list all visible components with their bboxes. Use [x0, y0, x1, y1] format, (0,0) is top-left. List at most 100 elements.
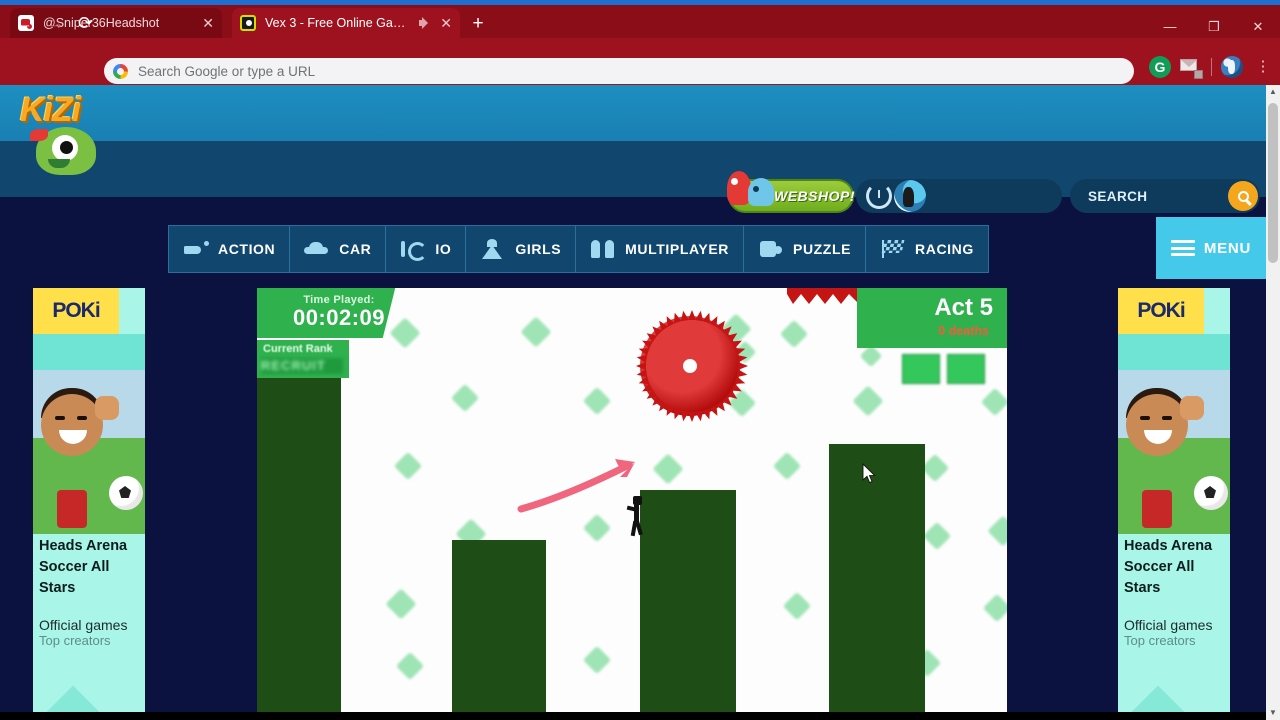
webshop-label: WEBSHOP!	[774, 188, 855, 204]
game-canvas[interactable]: Time Played: 00:02:09 Current Rank RECRU…	[257, 288, 1007, 720]
address-bar[interactable]: Search Google or type a URL	[104, 58, 1134, 84]
menu-label: MENU	[1203, 239, 1252, 257]
act-label: Act 5	[934, 294, 993, 321]
platform-mid-2	[640, 490, 736, 720]
diamond-collectible	[859, 344, 883, 368]
toolbar-icons: G ⋮	[1149, 56, 1274, 79]
diamond-collectible	[395, 651, 425, 681]
web-page-content: KiZi WEBSHOP! SEARCH ACTION CAR IO GIRLS…	[0, 85, 1266, 720]
tab-close-icon[interactable]: ✕	[430, 15, 452, 32]
kebab-menu-icon[interactable]: ⋮	[1252, 56, 1274, 78]
diamond-collectible	[385, 588, 417, 620]
hud-badges	[902, 354, 985, 384]
history-clock-icon[interactable]	[866, 183, 892, 209]
back-icon[interactable]: ←	[10, 10, 37, 37]
io-icon	[400, 239, 428, 261]
ad-title: Heads Arena Soccer All Stars	[1124, 538, 1213, 596]
ad-artwork	[1118, 334, 1230, 534]
google-icon	[113, 63, 128, 79]
webshop-button[interactable]: WEBSHOP!	[727, 171, 855, 213]
ad-caption: Top creators	[1124, 633, 1196, 648]
car-icon	[304, 239, 330, 259]
current-rank-panel: Current Rank RECRUIT	[257, 340, 349, 378]
action-icon	[183, 239, 209, 259]
ad-sidebar-left[interactable]: POKi Heads Arena Soccer All Stars Offici…	[33, 288, 145, 720]
magnifier-icon	[1237, 190, 1249, 202]
ad-artwork	[33, 334, 145, 534]
category-girls[interactable]: GIRLS	[465, 225, 576, 273]
scroll-up-icon[interactable]: ▲	[1266, 85, 1280, 99]
tab-strip: @Sniper36Headshot ✕ Vex 3 - Free Online …	[0, 5, 1280, 38]
category-nav: ACTION CAR IO GIRLS MULTIPLAYER PUZZLE R…	[168, 225, 989, 273]
category-io[interactable]: IO	[385, 225, 466, 273]
platform-left	[257, 354, 341, 720]
search-input[interactable]: SEARCH	[1088, 189, 1147, 204]
search-button[interactable]	[1228, 181, 1258, 211]
platform-mid-1	[452, 540, 546, 720]
mail-icon[interactable]	[1180, 56, 1203, 79]
site-search-box[interactable]: SEARCH	[1070, 179, 1260, 213]
platform-right	[829, 444, 925, 720]
tab-audio-icon[interactable]	[418, 16, 430, 30]
scrollbar-thumb[interactable]	[1268, 103, 1278, 263]
badge-icon	[902, 354, 940, 384]
diamond-collectible	[582, 645, 612, 675]
ad-text: Heads Arena Soccer All Stars Official ga…	[39, 536, 143, 648]
time-played-text: Time Played: 00:02:09	[269, 294, 409, 331]
browser-window: @Sniper36Headshot ✕ Vex 3 - Free Online …	[0, 0, 1280, 720]
page-scrollbar[interactable]: ▲ ▼	[1266, 85, 1280, 720]
diamond-collectible	[779, 319, 809, 349]
category-action[interactable]: ACTION	[168, 225, 290, 273]
toolbar-divider	[1211, 58, 1212, 76]
mouse-cursor	[862, 463, 876, 484]
mascot-bow	[30, 129, 48, 141]
vex-icon	[240, 15, 256, 31]
diamond-collectible	[782, 591, 812, 621]
category-multiplayer[interactable]: MULTIPLAYER	[575, 225, 743, 273]
girls-dress-icon	[480, 239, 506, 259]
racing-flag-icon	[880, 239, 906, 259]
ad-sidebar-right[interactable]: POKi Heads Arena Soccer All Stars Offici…	[1118, 288, 1230, 720]
category-label: GIRLS	[515, 241, 562, 257]
diamond-collectible	[922, 521, 952, 551]
category-label: ACTION	[218, 241, 276, 257]
browser-tab-vex3[interactable]: Vex 3 - Free Online Game - S ✕	[232, 8, 460, 38]
pink-arrow-annotation	[517, 459, 635, 513]
current-rank-value: RECRUIT	[261, 358, 343, 374]
grammarly-icon[interactable]: G	[1149, 56, 1171, 78]
mascot-pupil	[60, 141, 73, 154]
poki-logo: POKi	[33, 288, 119, 334]
kizi-logo-text: KiZi	[20, 91, 81, 129]
site-menu-button[interactable]: MENU	[1156, 217, 1266, 279]
category-car[interactable]: CAR	[289, 225, 386, 273]
category-label: MULTIPLAYER	[625, 241, 729, 257]
diamond-collectible	[987, 515, 1007, 547]
act-banner-flag	[787, 288, 857, 304]
ad-text: Heads Arena Soccer All Stars Official ga…	[1124, 536, 1228, 648]
category-racing[interactable]: RACING	[865, 225, 989, 273]
puzzle-piece-icon	[758, 239, 784, 259]
new-tab-button[interactable]: +	[468, 14, 488, 34]
badge-icon	[947, 354, 985, 384]
hamburger-icon	[1170, 240, 1195, 256]
address-bar-placeholder: Search Google or type a URL	[138, 63, 316, 79]
ad-caption: Top creators	[39, 633, 111, 648]
diamond-collectible	[450, 383, 480, 413]
user-avatar-icon[interactable]	[894, 180, 926, 212]
deaths-label: 0 deaths	[938, 324, 989, 338]
poki-logo: POKi	[1118, 288, 1204, 334]
globe-icon[interactable]	[1221, 56, 1243, 78]
scroll-down-icon[interactable]: ▼	[1266, 706, 1280, 720]
tab-close-icon[interactable]: ✕	[192, 15, 214, 32]
diamond-collectible	[980, 387, 1007, 417]
kizi-logo[interactable]: KiZi	[18, 89, 118, 179]
category-puzzle[interactable]: PUZZLE	[743, 225, 866, 273]
multiplayer-people-icon	[590, 239, 616, 259]
category-label: IO	[435, 241, 452, 257]
forward-icon[interactable]: →	[42, 10, 69, 37]
circular-saw-hazard	[636, 310, 748, 422]
poki-logo-text: POKi	[52, 299, 100, 322]
ad-subtitle: Official games	[1124, 617, 1213, 633]
reload-icon[interactable]: ⟳	[72, 10, 99, 37]
ad-subtitle: Official games	[39, 617, 128, 633]
